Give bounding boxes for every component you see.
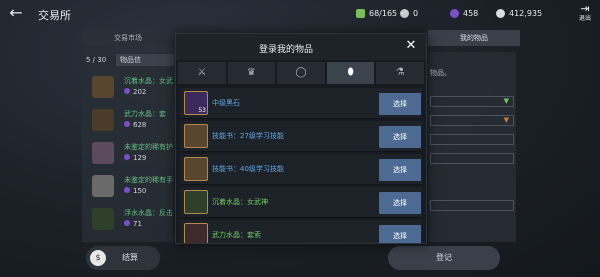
item-price: 202 [124, 88, 146, 96]
list-item[interactable]: 武力水晶：套索 选择 [180, 220, 422, 243]
list-item[interactable]: 53 中级黑石 选择 [180, 88, 422, 119]
item-price: 628 [124, 121, 146, 129]
item-name: 沉着水晶：女武神 [212, 198, 268, 206]
item-thumbnail [92, 208, 114, 230]
list-item[interactable]: 沉着水晶：女武神 选择 [180, 187, 422, 218]
triangle-down-icon: ▼ [503, 116, 509, 124]
settle-label: 结算 [122, 253, 138, 262]
page-title: 交易所 [38, 9, 71, 22]
inventory-capacity-value: 68/165 [369, 8, 398, 18]
dialog-header: 登录我的物品 ✕ [176, 34, 426, 60]
item-price: 129 [124, 154, 146, 162]
item-name: 未鉴定的稀有护 [124, 143, 173, 151]
item-thumbnail [92, 142, 114, 164]
crystal-amount: 458 [450, 7, 478, 19]
bag-icon [356, 8, 365, 18]
select-button[interactable]: 选择 [379, 225, 421, 243]
money-bag-icon: $ [90, 250, 106, 266]
silver-value: 0 [413, 8, 419, 18]
item-thumbnail [92, 175, 114, 197]
my-items-panel: 物品。 ▼ ▼ [428, 52, 516, 242]
category-tabs: ⚔ ♛ ◯ ⬮ ⚗ [178, 62, 424, 84]
panel-hint: 物品。 [430, 69, 451, 77]
item-name: 未鉴定的稀有手 [124, 176, 173, 184]
back-arrow-icon[interactable]: ← [6, 4, 26, 22]
item-name: 沉着水晶：女武 [124, 77, 173, 85]
inventory-capacity: 68/165 [356, 7, 397, 19]
triangle-down-icon: ▼ [503, 97, 509, 105]
tab-accessory-icon[interactable]: ◯ [277, 62, 325, 84]
item-thumbnail [92, 76, 114, 98]
filter-row[interactable] [430, 134, 514, 145]
tab-market[interactable]: 交易市场 [82, 30, 174, 46]
item-thumbnail [184, 223, 208, 243]
filter-dropdown[interactable]: ▼ [430, 96, 514, 107]
select-button[interactable]: 选择 [379, 159, 421, 181]
item-price: 71 [124, 220, 142, 228]
item-info-tab[interactable]: 物品信 [116, 54, 174, 66]
tab-material-icon[interactable]: ⬮ [326, 62, 375, 84]
list-item[interactable]: 未鉴定的稀有护 129 [84, 140, 173, 167]
item-thumbnail [184, 157, 208, 181]
item-thumbnail [184, 190, 208, 214]
list-item[interactable]: 技能书：40级学习技能 选择 [180, 154, 422, 185]
item-name: 武力水晶：套 [124, 110, 166, 118]
close-icon[interactable]: ✕ [404, 39, 418, 53]
item-thumbnail [92, 109, 114, 131]
item-thumbnail [184, 124, 208, 148]
crystal-value: 458 [463, 8, 479, 18]
market-item-list: 5 / 30 物品信 沉着水晶：女武 202 武力水晶：套 628 未鉴定的稀有… [82, 52, 174, 242]
select-button[interactable]: 选择 [379, 93, 421, 115]
item-price: 150 [124, 187, 146, 195]
top-bar: ← 交易所 68/165 0 458 412,935 ⇥ 退出 [0, 0, 600, 28]
list-item[interactable]: 技能书：27级学习技能 选择 [180, 121, 422, 152]
gold-value: 412,935 [509, 8, 543, 18]
item-name: 浮水水晶：反击 [124, 209, 173, 217]
crystal-icon [450, 8, 459, 18]
silver-amount: 0 [400, 7, 418, 19]
list-item[interactable]: 浮水水晶：反击 71 [84, 206, 173, 233]
dialog-title: 登录我的物品 [258, 45, 313, 55]
item-thumbnail: 53 [184, 91, 208, 115]
item-name: 中级黑石 [212, 99, 240, 107]
settle-button[interactable]: $ 结算 [86, 246, 160, 270]
exit-icon: ⇥ [580, 2, 590, 15]
item-name: 技能书：40级学习技能 [212, 165, 284, 173]
tab-armor-icon[interactable]: ♛ [227, 62, 276, 84]
select-button[interactable]: 选择 [379, 126, 421, 148]
item-quantity: 53 [198, 107, 206, 114]
filter-dropdown[interactable]: ▼ [430, 115, 514, 126]
list-item[interactable]: 沉着水晶：女武 202 [84, 74, 173, 101]
item-list: 53 中级黑石 选择 技能书：27级学习技能 选择 技能书：40级学习技能 选择… [180, 88, 422, 243]
filter-row[interactable] [430, 200, 514, 211]
gold-coin-icon [496, 8, 505, 18]
list-item[interactable]: 未鉴定的稀有手 150 [84, 173, 173, 200]
exit-label: 退出 [578, 15, 591, 22]
listing-count: 5 / 30 [86, 56, 107, 64]
filter-row[interactable] [430, 153, 514, 164]
register-button[interactable]: 登记 [388, 246, 500, 270]
item-name: 武力水晶：套索 [212, 231, 261, 239]
tab-consumable-icon[interactable]: ⚗ [376, 62, 424, 84]
select-button[interactable]: 选择 [379, 192, 421, 214]
silver-coin-icon [400, 8, 409, 18]
tab-my-items[interactable]: 我的物品 [428, 30, 520, 46]
tab-weapon-icon[interactable]: ⚔ [178, 62, 226, 84]
exit-button[interactable]: ⇥ 退出 [574, 3, 596, 25]
register-item-dialog: 登录我的物品 ✕ ⚔ ♛ ◯ ⬮ ⚗ 53 中级黑石 选择 技能书：27级学习技… [175, 33, 427, 244]
gold-amount: 412,935 [496, 7, 542, 19]
item-name: 技能书：27级学习技能 [212, 132, 284, 140]
list-item[interactable]: 武力水晶：套 628 [84, 107, 172, 134]
